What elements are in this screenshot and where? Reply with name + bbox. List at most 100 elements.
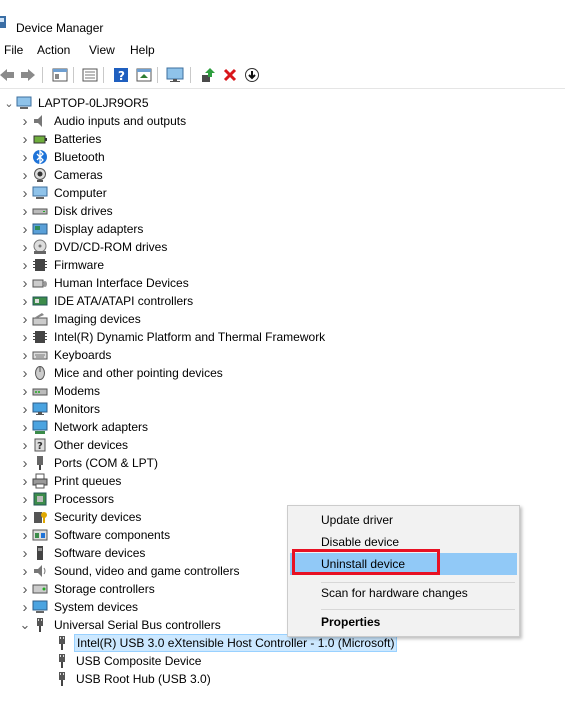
tree-category-label: Human Interface Devices	[54, 276, 189, 290]
chevron-right-icon[interactable]: ›	[18, 400, 32, 418]
tree-category[interactable]: ⌄ Universal Serial Bus controllers	[18, 616, 223, 634]
tree-device[interactable]: USB Root Hub (USB 3.0)	[54, 670, 213, 688]
svg-text:?: ?	[118, 69, 125, 83]
tree-category[interactable]: › Disk drives	[18, 202, 115, 220]
chevron-right-icon[interactable]: ›	[18, 238, 32, 256]
security-icon	[32, 509, 48, 525]
tree-category[interactable]: › Sound, video and game controllers	[18, 562, 241, 580]
chevron-right-icon[interactable]: ›	[18, 544, 32, 562]
monitor-icon[interactable]	[166, 66, 184, 84]
chevron-right-icon[interactable]: ›	[18, 364, 32, 382]
tree-category[interactable]: › Human Interface Devices	[18, 274, 191, 292]
tree-category[interactable]: › Ports (COM & LPT)	[18, 454, 160, 472]
usb-icon	[32, 617, 48, 633]
chevron-right-icon[interactable]: ›	[18, 184, 32, 202]
tree-category-label: Cameras	[54, 168, 103, 182]
chevron-right-icon[interactable]: ›	[18, 526, 32, 544]
tree-category[interactable]: › Keyboards	[18, 346, 113, 364]
tree-category[interactable]: › Software devices	[18, 544, 147, 562]
menu-properties[interactable]: Properties	[290, 611, 517, 633]
chevron-right-icon[interactable]: ›	[18, 310, 32, 328]
tree-category[interactable]: › Network adapters	[18, 418, 150, 436]
chevron-right-icon[interactable]: ›	[18, 562, 32, 580]
chevron-right-icon[interactable]: ›	[18, 508, 32, 526]
tree-category-label: Intel(R) Dynamic Platform and Thermal Fr…	[54, 330, 326, 344]
tree-category[interactable]: › Print queues	[18, 472, 123, 490]
back-icon[interactable]	[0, 66, 16, 84]
tree-category[interactable]: › Bluetooth	[18, 148, 107, 166]
disk-icon	[32, 203, 48, 219]
chevron-right-icon[interactable]: ›	[18, 292, 32, 310]
chevron-right-icon[interactable]: ›	[18, 256, 32, 274]
list-icon[interactable]	[81, 66, 99, 84]
chevron-right-icon[interactable]: ›	[18, 418, 32, 436]
chevron-right-icon[interactable]: ›	[18, 166, 32, 184]
chip-icon	[32, 329, 48, 345]
chevron-right-icon[interactable]: ›	[18, 346, 32, 364]
chevron-right-icon[interactable]: ›	[18, 454, 32, 472]
tree-category-label: Disk drives	[54, 204, 113, 218]
action-icon[interactable]	[135, 66, 153, 84]
tree-category[interactable]: › Cameras	[18, 166, 105, 184]
chevron-down-icon[interactable]: ⌄	[2, 94, 16, 112]
chevron-right-icon[interactable]: ›	[18, 598, 32, 616]
device-manager-icon	[0, 15, 8, 29]
tree-category-label: Storage controllers	[54, 582, 155, 596]
chevron-right-icon[interactable]: ›	[18, 274, 32, 292]
toolbar: ?	[0, 62, 565, 89]
chevron-right-icon[interactable]: ›	[18, 580, 32, 598]
svg-text:?: ?	[37, 441, 43, 452]
tree-category[interactable]: › Audio inputs and outputs	[18, 112, 188, 130]
tree-category[interactable]: › Storage controllers	[18, 580, 157, 598]
tree-category[interactable]: › DVD/CD-ROM drives	[18, 238, 169, 256]
tree-category[interactable]: › IDE ATA/ATAPI controllers	[18, 292, 195, 310]
tree-device[interactable]: USB Composite Device	[54, 652, 203, 670]
uninstall-icon[interactable]	[221, 66, 239, 84]
properties-icon[interactable]	[51, 66, 69, 84]
menu-help[interactable]: Help	[130, 43, 155, 57]
menu-scan-hardware[interactable]: Scan for hardware changes	[290, 582, 517, 604]
tree-category[interactable]: › Modems	[18, 382, 102, 400]
tree-category[interactable]: › Firmware	[18, 256, 106, 274]
menu-action[interactable]: Action	[37, 43, 70, 57]
tree-category[interactable]: › Monitors	[18, 400, 102, 418]
tree-category-label: Keyboards	[54, 348, 112, 362]
menu-file[interactable]: File	[4, 43, 23, 57]
tree-category[interactable]: ›? Other devices	[18, 436, 130, 454]
chevron-right-icon[interactable]: ›	[18, 148, 32, 166]
tree-category[interactable]: › Display adapters	[18, 220, 145, 238]
chevron-right-icon[interactable]: ›	[18, 472, 32, 490]
chevron-right-icon[interactable]: ›	[18, 436, 32, 454]
menu-view[interactable]: View	[89, 43, 115, 57]
software-device-icon	[32, 545, 48, 561]
menu-update-driver[interactable]: Update driver	[290, 509, 517, 531]
chevron-right-icon[interactable]: ›	[18, 490, 32, 508]
menu-uninstall-device[interactable]: Uninstall device	[290, 553, 517, 575]
chevron-right-icon[interactable]: ›	[18, 328, 32, 346]
chevron-right-icon[interactable]: ›	[18, 112, 32, 130]
tree-category[interactable]: › Processors	[18, 490, 116, 508]
tree-category-label: Universal Serial Bus controllers	[54, 618, 221, 632]
chevron-right-icon[interactable]: ›	[18, 220, 32, 238]
toolbar-separator	[73, 67, 74, 83]
chevron-right-icon[interactable]: ›	[18, 130, 32, 148]
tree-category[interactable]: › Computer	[18, 184, 109, 202]
tree-root[interactable]: ⌄ LAPTOP-0LJR9OR5	[2, 94, 151, 112]
download-icon[interactable]	[243, 66, 261, 84]
tree-category[interactable]: › Mice and other pointing devices	[18, 364, 225, 382]
tree-category[interactable]: › Intel(R) Dynamic Platform and Thermal F…	[18, 328, 327, 346]
forward-icon[interactable]	[19, 66, 37, 84]
tree-category[interactable]: › Security devices	[18, 508, 143, 526]
chevron-down-icon[interactable]: ⌄	[18, 616, 32, 634]
tree-category[interactable]: › Imaging devices	[18, 310, 143, 328]
tree-category-label: System devices	[54, 600, 139, 614]
menu-disable-device[interactable]: Disable device	[290, 531, 517, 553]
tree-category[interactable]: › Software components	[18, 526, 172, 544]
help-icon[interactable]: ?	[112, 66, 130, 84]
chevron-right-icon[interactable]: ›	[18, 382, 32, 400]
tree-device-label: USB Composite Device	[76, 654, 202, 668]
tree-category[interactable]: › Batteries	[18, 130, 103, 148]
tree-category[interactable]: › System devices	[18, 598, 140, 616]
chevron-right-icon[interactable]: ›	[18, 202, 32, 220]
update-driver-icon[interactable]	[199, 66, 217, 84]
